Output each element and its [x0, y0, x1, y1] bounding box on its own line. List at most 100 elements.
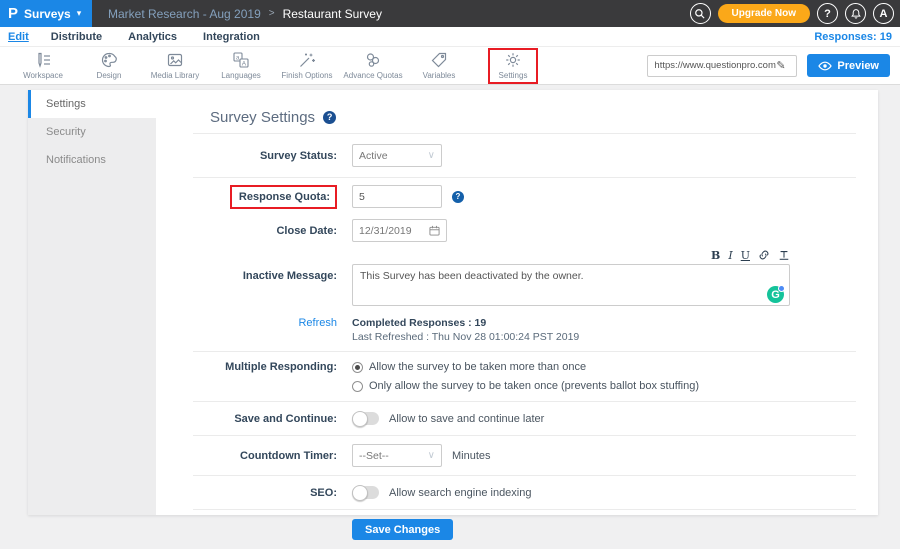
title-help-icon[interactable]: ? — [323, 111, 336, 124]
responses-count-link[interactable]: Responses: 19 — [814, 31, 892, 43]
toolbar-item-workspace[interactable]: Workspace — [10, 51, 76, 80]
surveys-product-menu[interactable]: P Surveys ▾ — [0, 0, 92, 27]
tag-icon — [430, 51, 448, 69]
inactive-message-textarea[interactable]: This Survey has been deactivated by the … — [352, 264, 790, 306]
chevron-down-icon: ∨ — [428, 150, 435, 161]
nav-tab-analytics[interactable]: Analytics — [128, 31, 177, 43]
inactive-message-row: Inactive Message: B I U — [193, 248, 856, 311]
sidebar-item-security[interactable]: Security — [28, 118, 156, 146]
breadcrumb: Market Research - Aug 2019 > Restaurant … — [108, 7, 382, 21]
last-refreshed-text: Last Refreshed : Thu Nov 28 01:00:24 PST… — [352, 331, 579, 343]
chevron-down-icon: ∨ — [428, 450, 435, 461]
save-continue-label: Save and Continue: — [193, 413, 337, 425]
response-quota-row: Response Quota: ? — [193, 178, 856, 215]
eye-icon — [818, 61, 832, 71]
refresh-link[interactable]: Refresh — [193, 317, 337, 329]
toolbar-item-media-library[interactable]: Media Library — [142, 51, 208, 80]
section-nav: Edit Distribute Analytics Integration Re… — [0, 27, 900, 47]
countdown-timer-label: Countdown Timer: — [193, 450, 337, 462]
survey-status-row: Survey Status: Active ∨ — [193, 134, 856, 177]
countdown-minutes-text: Minutes — [452, 450, 491, 462]
top-bar: P Surveys ▾ Market Research - Aug 2019 >… — [0, 0, 900, 27]
toolbar-item-languages[interactable]: a A Languages — [208, 51, 274, 80]
toolbar-item-design[interactable]: Design — [76, 51, 142, 80]
seo-text: Allow search engine indexing — [389, 487, 531, 499]
link-button[interactable] — [758, 249, 770, 261]
search-icon — [694, 8, 706, 20]
save-changes-button[interactable]: Save Changes — [352, 519, 453, 540]
close-date-input[interactable]: 12/31/2019 — [352, 219, 447, 242]
chain-links-icon — [364, 51, 382, 69]
breadcrumb-separator: > — [269, 8, 275, 19]
translate-icon: a A — [232, 51, 250, 69]
radio-unselected-icon[interactable] — [352, 381, 363, 392]
response-quota-help-icon[interactable]: ? — [452, 191, 464, 203]
page-title-text: Survey Settings — [210, 109, 315, 126]
nav-tab-edit[interactable]: Edit — [8, 31, 29, 43]
breadcrumb-current: Restaurant Survey — [283, 7, 382, 21]
bell-icon — [850, 8, 862, 20]
svg-text:A: A — [242, 61, 247, 68]
toolbar-item-settings[interactable]: Settings — [488, 48, 538, 84]
notifications-button[interactable] — [845, 3, 866, 24]
chevron-down-icon: ▾ — [77, 8, 82, 19]
editor-toolbar: B I U — [352, 248, 790, 262]
preview-button[interactable]: Preview — [807, 54, 890, 77]
question-icon: ? — [824, 8, 831, 20]
nav-tab-integration[interactable]: Integration — [203, 31, 260, 43]
toolbar-item-variables[interactable]: Variables — [406, 51, 472, 80]
workspace-icon — [34, 51, 52, 69]
svg-text:a: a — [236, 55, 240, 61]
bold-button[interactable]: B — [711, 250, 720, 261]
save-row: Save Changes — [193, 510, 856, 549]
countdown-timer-row: Countdown Timer: --Set-- ∨ Minutes — [193, 436, 856, 475]
radio-option-label: Allow the survey to be taken more than o… — [369, 361, 586, 373]
save-continue-toggle[interactable] — [352, 412, 379, 425]
breadcrumb-parent[interactable]: Market Research - Aug 2019 — [108, 7, 261, 21]
response-quota-label: Response Quota: — [230, 185, 337, 209]
preview-label: Preview — [837, 60, 879, 72]
clear-format-button[interactable] — [778, 249, 790, 261]
response-quota-input[interactable] — [352, 185, 442, 208]
seo-label: SEO: — [193, 487, 337, 499]
settings-main: Survey Settings ? Survey Status: Active … — [156, 90, 878, 515]
sidebar-item-settings[interactable]: Settings — [28, 90, 156, 118]
inactive-message-label: Inactive Message: — [193, 248, 337, 282]
toolbar-right: ✎ Preview — [647, 54, 890, 77]
edit-toolbar: Workspace Design Media Library a A Langu… — [0, 47, 900, 85]
avatar-letter: A — [880, 8, 888, 20]
help-button[interactable]: ? — [817, 3, 838, 24]
seo-toggle[interactable] — [352, 486, 379, 499]
response-quota-label-cell: Response Quota: — [193, 191, 337, 203]
edit-url-icon[interactable]: ✎ — [776, 59, 789, 72]
toolbar-item-finish-options[interactable]: Finish Options — [274, 51, 340, 80]
search-button[interactable] — [690, 3, 711, 24]
radio-option-only-once[interactable]: Only allow the survey to be taken once (… — [352, 380, 699, 392]
multiple-responding-row: Multiple Responding: Allow the survey to… — [193, 352, 856, 401]
upgrade-now-button[interactable]: Upgrade Now — [718, 4, 810, 23]
radio-option-more-than-once[interactable]: Allow the survey to be taken more than o… — [352, 361, 699, 373]
radio-selected-icon[interactable] — [352, 362, 363, 373]
calendar-icon — [429, 225, 440, 236]
survey-status-value: Active — [359, 150, 388, 162]
nav-tab-distribute[interactable]: Distribute — [51, 31, 102, 43]
italic-button[interactable]: I — [728, 250, 732, 261]
toolbar-item-advance-quotas[interactable]: Advance Quotas — [340, 51, 406, 80]
close-date-value: 12/31/2019 — [359, 225, 412, 237]
radio-option-label: Only allow the survey to be taken once (… — [369, 380, 699, 392]
multiple-responding-label: Multiple Responding: — [193, 361, 337, 373]
account-avatar[interactable]: A — [873, 3, 894, 24]
questionpro-logo-icon: P — [8, 6, 18, 21]
page-title: Survey Settings ? — [210, 106, 856, 128]
product-menu-label: Surveys — [24, 7, 71, 21]
refresh-row: Refresh Completed Responses : 19 Last Re… — [193, 311, 856, 351]
countdown-timer-select[interactable]: --Set-- ∨ — [352, 444, 442, 467]
underline-button[interactable]: U — [741, 250, 750, 261]
gear-icon — [504, 51, 522, 69]
sidebar-item-notifications[interactable]: Notifications — [28, 146, 156, 174]
survey-status-select[interactable]: Active ∨ — [352, 144, 442, 167]
grammarly-icon: G — [767, 286, 784, 303]
save-continue-text: Allow to save and continue later — [389, 413, 544, 425]
save-continue-row: Save and Continue: Allow to save and con… — [193, 402, 856, 435]
survey-url-input[interactable] — [648, 60, 776, 71]
